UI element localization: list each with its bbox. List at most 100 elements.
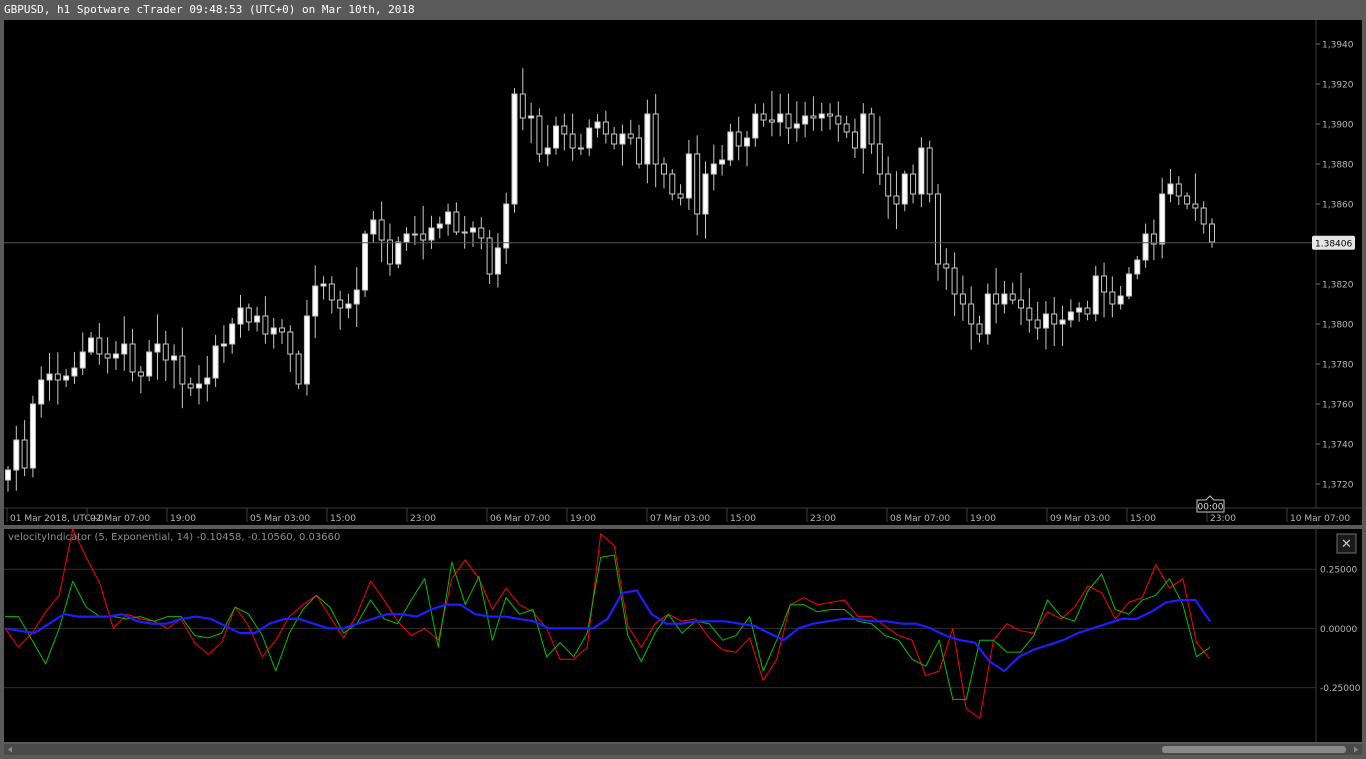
candle-body (768, 119, 775, 123)
time-tick-label: 10 Mar 07:00 (1290, 514, 1350, 524)
candle-body (229, 323, 236, 345)
candle (511, 88, 518, 213)
price-tick-label: 1,3920 (1322, 81, 1354, 91)
candle-body (212, 345, 219, 379)
candle-body (345, 303, 352, 309)
candle-body (79, 351, 86, 369)
candle-body (88, 337, 95, 353)
candle-body (802, 115, 809, 125)
candle-body (702, 173, 709, 215)
indicator-tick-label: 0.25000 (1320, 566, 1357, 576)
candle-body (519, 93, 526, 119)
candle-body (204, 377, 211, 385)
candle (362, 230, 369, 297)
price-tick-label: 1,3880 (1322, 161, 1354, 171)
candle-body (835, 115, 842, 125)
candle-body (760, 113, 767, 121)
candle-body (959, 293, 966, 305)
candle-body (245, 307, 252, 323)
candle-body (328, 283, 335, 301)
candle-body (453, 211, 460, 233)
candle-body (785, 113, 792, 129)
candle-body (627, 133, 634, 139)
candle-body (868, 113, 875, 145)
indicator-close-button[interactable]: ✕ (1336, 533, 1357, 554)
candle-body (1026, 307, 1033, 321)
candle-body (337, 299, 344, 309)
price-tick-label: 1,3760 (1322, 401, 1354, 411)
candle-body (777, 113, 784, 123)
candle-body (187, 383, 194, 389)
candle-body (677, 193, 684, 199)
price-panel[interactable] (4, 20, 1316, 508)
candle-body (137, 371, 144, 377)
price-axis[interactable] (1316, 20, 1362, 508)
indicator-axis[interactable] (1316, 529, 1362, 742)
candle-body (636, 137, 643, 165)
candle-body (312, 285, 319, 317)
candle-body (303, 315, 310, 385)
time-tick-label: 19:00 (170, 514, 196, 524)
candle-body (46, 373, 53, 381)
candle-body (104, 353, 111, 359)
candle-body (436, 223, 443, 229)
price-tick-label: 1,3800 (1322, 321, 1354, 331)
candle-body (1192, 203, 1199, 209)
indicator-panel[interactable] (4, 529, 1316, 742)
candle-body (370, 219, 377, 235)
candle-body (793, 123, 800, 129)
candle-body (1125, 273, 1132, 297)
candle-body (943, 263, 950, 269)
candle-body (146, 351, 153, 377)
candle-body (112, 353, 119, 359)
candle-body (220, 343, 227, 347)
candle-body (171, 355, 178, 361)
candle-body (54, 373, 61, 381)
price-tick-label: 1,3900 (1322, 121, 1354, 131)
candle-body (1009, 293, 1016, 301)
time-tick-label: 19:00 (970, 514, 996, 524)
candle-body (976, 323, 983, 335)
candle-body (279, 327, 286, 333)
candle-body (1092, 275, 1099, 315)
candle-body (1084, 307, 1091, 315)
candle-body (602, 121, 609, 135)
horizontal-scrollbar[interactable] (4, 744, 1362, 755)
candle (926, 140, 933, 203)
candle-body (154, 343, 161, 353)
candle-body (843, 123, 850, 133)
candle-body (876, 143, 883, 175)
candle-body (378, 219, 385, 241)
candle-body (1018, 299, 1025, 309)
candle-body (885, 173, 892, 197)
candle-body (727, 131, 734, 161)
time-tick-label: 15:00 (330, 514, 356, 524)
candle-body (353, 289, 360, 305)
candle-body (38, 379, 45, 405)
candle-body (1034, 319, 1041, 329)
candle-body (494, 247, 501, 275)
candle (29, 395, 36, 478)
candle-body (121, 343, 128, 355)
indicator-tick-label: -0.25000 (1320, 684, 1361, 694)
chart-canvas[interactable]: 1,3720 1,3740 1,3760 1,3780 1,3800 1,3820 1,38… (0, 0, 1366, 759)
candle-body (544, 147, 551, 155)
candle-body (1001, 293, 1008, 305)
candle-body (968, 303, 975, 325)
candle-body (860, 113, 867, 149)
candle-body (461, 231, 468, 234)
trading-chart-window: GBPUSD, h1 Spotware cTrader 09:48:53 (UT… (0, 0, 1366, 759)
candle-body (420, 233, 427, 241)
candle-body (735, 131, 742, 147)
candle-body (403, 233, 410, 243)
candle-body (1042, 313, 1049, 329)
candle-body (411, 233, 418, 236)
price-tick-label: 1,3740 (1322, 441, 1354, 451)
candle-body (652, 113, 659, 165)
candle-body (752, 113, 759, 139)
candle-body (1051, 313, 1058, 325)
scrollbar-thumb[interactable] (1162, 746, 1346, 753)
candle-body (1209, 223, 1215, 243)
time-tick-label: 23:00 (410, 514, 436, 524)
indicator-tick-label: 0.00000 (1320, 625, 1357, 635)
